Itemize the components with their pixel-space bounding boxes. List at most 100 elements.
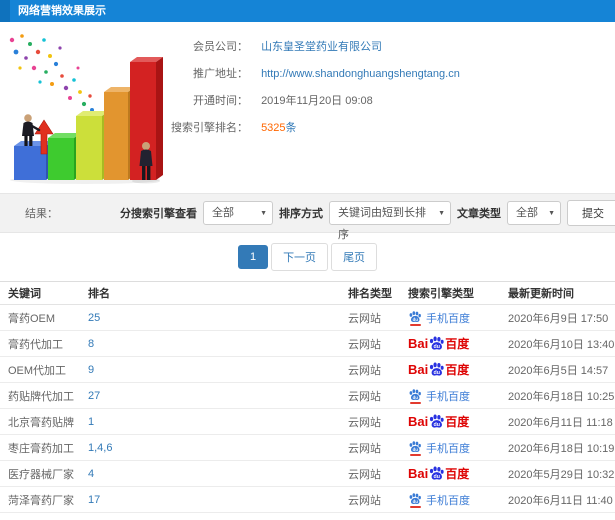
mobile-baidu-logo: du 手机百度 [408,440,500,456]
rank-type-cell: 云网站 [340,434,400,461]
engine-filter-label: 分搜索引擎查看 [120,208,197,220]
chevron-down-icon: ▼ [438,210,445,217]
table-row: 膏药OEM 25 云网站 du 手机百度 2020年6月9日 17:50 [0,304,615,331]
page-header: 网络营销效果展示 [0,0,615,22]
pagination: 1 下一页 尾页 [0,233,615,281]
rank-link[interactable]: 25 [88,312,100,324]
engine-type-cell: du 手机百度 [400,382,500,409]
svg-text:du: du [413,446,419,451]
keyword-cell: 枣庄膏药加工 [0,434,80,461]
rank-link[interactable]: 9 [88,364,94,376]
engine-filter-select[interactable]: 全部 ▼ [203,201,273,225]
engine-type-cell: du 手机百度 [400,486,500,513]
rank-cell: 1,4,6 [80,434,340,461]
rank-count-value: 5325 [261,122,286,134]
rank-link[interactable]: 17 [88,494,100,506]
update-time-cell: 2020年6月11日 11:18 [500,408,615,435]
promo-url-link[interactable]: http://www.shandonghuangshengtang.cn [261,68,460,80]
update-time-cell: 2020年6月10日 13:40 [500,330,615,357]
result-label: 结果： [25,208,58,220]
engine-type-cell: Bai du 百度 [400,356,500,383]
col-update-time: 最新更新时间 [500,281,615,305]
sort-select[interactable]: 关键词由短到长排序 ▼ [329,201,451,241]
chevron-down-icon: ▼ [548,210,555,217]
sort-label: 排序方式 [279,208,323,220]
baidu-paw-icon: du [409,310,421,322]
svg-text:du: du [434,370,440,376]
keyword-cell: 菏泽膏药厂家 [0,486,80,513]
col-engine-type: 搜索引擎类型 [400,281,500,305]
baidu-paw-icon: du [430,336,444,350]
rank-link[interactable]: 1,4,6 [88,442,112,454]
svg-text:du: du [434,344,440,350]
submit-button[interactable]: 提交 [567,200,615,226]
table-header-row: 关键词 排名 排名类型 搜索引擎类型 最新更新时间 [0,281,615,305]
open-time-value: 2019年11月20日 09:08 [261,95,373,107]
table-row: OEM代加工 9 云网站 Bai du 百度 2020年6月5日 14:57 [0,356,615,383]
svg-text:du: du [434,422,440,428]
article-type-label: 文章类型 [457,208,501,220]
page: 网络营销效果展示 会员公司： 山东皇圣堂药业有限公司 推广地址： http://… [0,0,615,520]
svg-text:du: du [413,498,419,503]
table-row: 膏药代加工 8 云网站 Bai du 百度 2020年6月10日 13:40 [0,330,615,357]
company-link[interactable]: 山东皇圣堂药业有限公司 [261,41,382,53]
engine-type-cell: Bai du 百度 [400,460,500,487]
last-page-button[interactable]: 尾页 [331,243,378,271]
update-time-cell: 2020年6月18日 10:19 [500,434,615,461]
rank-cell: 4 [80,460,340,487]
rank-link[interactable]: 1 [88,416,94,428]
rank-link[interactable]: 27 [88,390,100,402]
rank-type-cell: 云网站 [340,408,400,435]
table-row: 北京膏药贴牌 1 云网站 Bai du 百度 2020年6月11日 11:18 [0,408,615,435]
engine-type-cell: Bai du 百度 [400,408,500,435]
rank-type-cell: 云网站 [340,304,400,331]
rank-cell: 8 [80,330,340,357]
page-title: 网络营销效果展示 [18,5,106,17]
confetti-dots [9,34,94,112]
keyword-cell: OEM代加工 [0,356,80,383]
update-time-cell: 2020年5月29日 10:32 [500,460,615,487]
info-row-rank-count: 搜索引擎排名： 5325条 [138,115,460,142]
next-page-button[interactable]: 下一页 [271,243,329,271]
mobile-baidu-logo: du 手机百度 [408,492,500,508]
rank-cell: 1 [80,408,340,435]
rank-type-cell: 云网站 [340,486,400,513]
update-time-cell: 2020年6月11日 11:40 [500,486,615,513]
rank-type-cell: 云网站 [340,356,400,383]
info-row-opened: 开通时间： 2019年11月20日 09:08 [138,88,460,115]
baidu-paw-icon: du [409,492,421,504]
update-time-cell: 2020年6月9日 17:50 [500,304,615,331]
baidu-logo: Bai du 百度 [408,414,470,429]
rank-cell: 9 [80,356,340,383]
promo-url-label: 推广地址： [193,68,248,80]
rank-count-suffix: 条 [285,122,297,134]
chevron-down-icon: ▼ [260,210,267,217]
baidu-paw-icon: du [430,414,444,428]
info-row-company: 会员公司： 山东皇圣堂药业有限公司 [138,34,460,61]
table-row: 药贴牌代加工 27 云网站 du 手机百度 2020年6月18日 10:25 [0,382,615,409]
rank-cell: 17 [80,486,340,513]
results-table: 关键词 排名 排名类型 搜索引擎类型 最新更新时间 膏药OEM 25 云网站 d… [0,281,615,513]
update-time-cell: 2020年6月5日 14:57 [500,356,615,383]
baidu-logo: Bai du 百度 [408,336,470,351]
info-list: 会员公司： 山东皇圣堂药业有限公司 推广地址： http://www.shand… [138,34,460,142]
article-type-select[interactable]: 全部 ▼ [507,201,561,225]
engine-type-cell: du 手机百度 [400,434,500,461]
baidu-logo: Bai du 百度 [408,466,470,481]
svg-text:du: du [434,474,440,480]
rank-link[interactable]: 4 [88,468,94,480]
keyword-cell: 膏药OEM [0,304,80,331]
mobile-baidu-logo: du 手机百度 [408,310,500,326]
open-time-label: 开通时间： [193,95,248,107]
keyword-cell: 药贴牌代加工 [0,382,80,409]
rank-link[interactable]: 8 [88,338,94,350]
page-1-button[interactable]: 1 [237,245,269,269]
rank-type-cell: 云网站 [340,382,400,409]
engine-rank-label: 搜索引擎排名： [171,122,248,134]
mobile-baidu-logo: du 手机百度 [408,388,500,404]
update-time-cell: 2020年6月18日 10:25 [500,382,615,409]
filter-bar: 结果： 分搜索引擎查看 全部 ▼ 排序方式 关键词由短到长排序 ▼ 文章类型 全部 ▼… [0,193,615,241]
table-row: 菏泽膏药厂家 17 云网站 du 手机百度 2020年6月11日 11:40 [0,486,615,513]
rank-type-cell: 云网站 [340,460,400,487]
info-section: 会员公司： 山东皇圣堂药业有限公司 推广地址： http://www.shand… [0,22,615,193]
